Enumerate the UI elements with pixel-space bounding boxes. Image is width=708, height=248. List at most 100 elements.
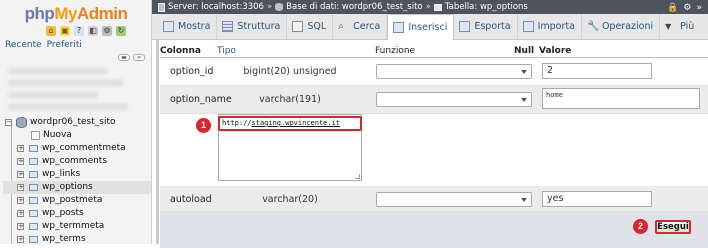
field-type: varchar(191) — [259, 94, 321, 105]
header-function: Funzione — [375, 46, 416, 56]
esegui-button[interactable]: Esegui — [655, 220, 691, 234]
field-row-option-id: option_id bigint(20) unsigned 2 — [160, 58, 708, 86]
recent-link[interactable]: Recente — [5, 40, 42, 50]
collapse-all-icon[interactable]: ▬ — [118, 54, 130, 61]
tab-struttura[interactable]: Struttura — [217, 14, 288, 39]
table-label: wp_commentmeta — [42, 143, 126, 153]
function-select[interactable] — [376, 92, 532, 107]
search-icon: ⌕ — [338, 21, 344, 32]
reload-icon[interactable]: ↻ — [116, 26, 126, 36]
breadcrumb-table[interactable]: Tabella: wp_options — [445, 0, 528, 14]
table-icon — [29, 197, 38, 204]
field-type: bigint(20) unsigned — [243, 66, 337, 77]
function-select[interactable] — [376, 64, 532, 79]
url-prefix: http:// — [222, 119, 252, 127]
collapse-arrow-icon[interactable]: » — [696, 1, 702, 15]
tab-label: Struttura — [237, 21, 281, 32]
function-select[interactable] — [376, 192, 532, 207]
tab-bar: Mostra Struttura SQL ⌕ Cerca Inserisci E… — [152, 14, 708, 40]
tree-table-active[interactable]: + wp_options — [3, 181, 151, 194]
resize-grip[interactable] — [355, 174, 360, 179]
blurred-item — [8, 92, 98, 98]
blurred-item — [8, 68, 108, 74]
settings-gear-icon[interactable]: ⚙ — [102, 26, 112, 36]
field-name: option_id — [170, 66, 214, 77]
sql-icon — [292, 21, 304, 32]
phpmyadmin-logo[interactable]: phpMyAdmin — [0, 4, 151, 24]
link-icon[interactable]: ∞ — [133, 54, 145, 61]
favorites-link[interactable]: Preferiti — [47, 40, 82, 50]
logo-admin: Admin — [76, 4, 128, 23]
value-input[interactable]: 2 — [542, 63, 652, 79]
breadcrumb-database[interactable]: Base di dati: wordpr06_test_sito — [286, 0, 422, 14]
table-icon — [29, 223, 38, 230]
breadcrumb-server[interactable]: Server: localhost:3306 — [168, 0, 264, 14]
tab-label: Mostra — [178, 21, 211, 32]
table-label: wp_posts — [42, 208, 84, 218]
expand-icon[interactable]: + — [17, 223, 24, 230]
lock-icon[interactable]: 🔒 — [667, 1, 678, 15]
quick-icons: ⌂ ▣ ? ◧ ⚙ ↻ — [46, 26, 126, 36]
tab-operazioni[interactable]: 🔧 Operazioni — [582, 14, 661, 39]
expand-icon[interactable]: + — [17, 236, 24, 243]
export-icon — [459, 21, 471, 32]
action-bar: 2 Esegui — [160, 212, 708, 248]
tab-label: Operazioni — [601, 21, 654, 32]
new-table-label: Nuova — [43, 130, 72, 140]
server-icon — [158, 2, 165, 12]
database-small-icon — [275, 3, 284, 11]
tab-esporta[interactable]: Esporta — [454, 14, 518, 39]
help-icon[interactable]: ? — [74, 26, 84, 36]
value-input[interactable]: yes — [542, 191, 652, 207]
tree-table[interactable]: + wp_comments — [3, 155, 151, 168]
tree-table[interactable]: + wp_posts — [3, 207, 151, 220]
table-icon — [29, 210, 38, 217]
expand-icon[interactable]: + — [17, 145, 24, 152]
import-icon — [522, 21, 534, 32]
expand-icon[interactable]: + — [17, 158, 24, 165]
nav-links: Recente Preferiti — [5, 40, 82, 50]
tab-inserisci[interactable]: Inserisci — [387, 14, 455, 40]
panel-splitter[interactable] — [156, 40, 159, 244]
tree-table[interactable]: + wp_postmeta — [3, 194, 151, 207]
tree-table[interactable]: + wp_terms — [3, 233, 151, 244]
insert-form: Colonna Tipo Funzione Null Valore option… — [160, 44, 708, 248]
table-small-icon — [433, 3, 442, 11]
expand-icon[interactable]: + — [17, 171, 24, 178]
value-textarea[interactable]: home — [542, 88, 700, 109]
docs-icon[interactable]: ◧ — [88, 26, 98, 36]
tab-sql[interactable]: SQL — [287, 14, 334, 39]
breadcrumb: Server: localhost:3306 » Base di dati: w… — [152, 0, 708, 14]
logout-icon[interactable]: ▣ — [60, 26, 70, 36]
annotation-badge-1: 1 — [196, 118, 211, 133]
tab-cerca[interactable]: ⌕ Cerca — [333, 14, 388, 39]
header-type[interactable]: Tipo — [217, 46, 236, 56]
collapse-icon[interactable]: − — [5, 119, 12, 126]
tab-label: Esporta — [474, 21, 511, 32]
table-icon — [29, 145, 38, 152]
insert-icon — [393, 22, 405, 33]
expand-icon[interactable]: + — [17, 197, 24, 204]
tree-table[interactable]: + wp_commentmeta — [3, 142, 151, 155]
tree-table[interactable]: + wp_links — [3, 168, 151, 181]
expand-icon[interactable]: + — [17, 184, 24, 191]
tab-piu[interactable]: ▼ Più — [660, 14, 700, 39]
tab-mostra[interactable]: Mostra — [158, 14, 218, 39]
home-icon[interactable]: ⌂ — [46, 26, 56, 36]
wrench-icon: 🔧 — [586, 21, 600, 32]
table-icon — [163, 21, 174, 32]
tab-label: Inserisci — [408, 22, 448, 33]
table-label: wp_terms — [42, 234, 86, 244]
tree-table[interactable]: + wp_termmeta — [3, 220, 151, 233]
table-icon — [29, 171, 38, 178]
settings-gear-icon[interactable]: ⚙ — [683, 1, 691, 15]
expand-icon[interactable]: + — [17, 210, 24, 217]
url-highlight[interactable]: http://staging.wpvincente.it — [218, 116, 362, 131]
tree-new[interactable]: Nuova — [3, 129, 151, 142]
tab-importa[interactable]: Importa — [518, 14, 582, 39]
table-label: wp_links — [42, 169, 81, 179]
table-icon — [29, 184, 38, 191]
tree-database[interactable]: − wordpr06_test_sito — [3, 116, 151, 129]
table-icon — [29, 158, 38, 165]
header-null: Null — [514, 46, 535, 56]
